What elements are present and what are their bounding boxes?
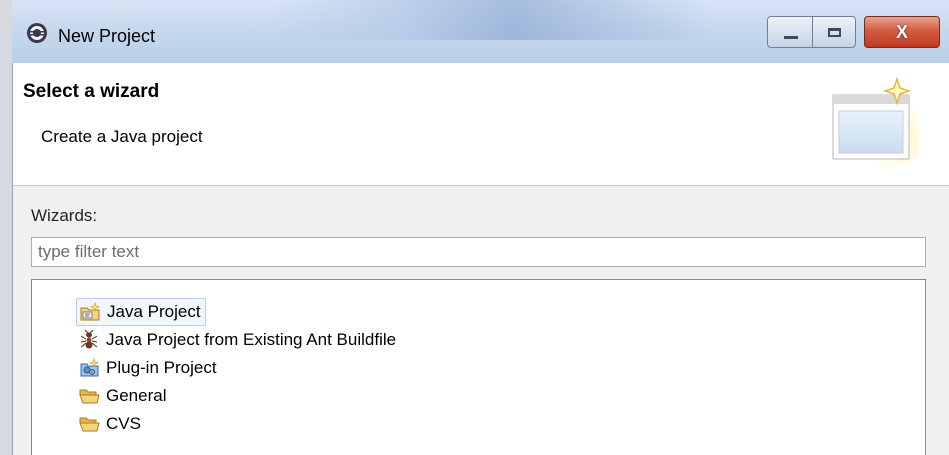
folder-icon [79,389,100,404]
filter-input[interactable] [31,237,926,267]
minimize-button[interactable] [767,16,813,48]
tree-item-java-project[interactable]: Java Project [76,298,206,326]
tree-item-general[interactable]: General [76,382,170,410]
tree-item-cvs[interactable]: CVS [76,410,145,438]
dialog-client-area: Select a wizard Create a Java project Wi… [12,63,949,455]
tree-item-label: Java Project from Existing Ant Buildfile [106,330,397,349]
close-icon: X [895,21,908,42]
close-button[interactable]: X [864,16,940,48]
tree-item-plugin-project[interactable]: Plug-in Project [76,354,221,382]
new-project-dialog: New Project X Select a wizard Create a J… [12,0,949,455]
desktop-edge [0,0,12,455]
maximize-icon [827,27,841,37]
tree-item-label: General [106,386,167,405]
maximize-button[interactable] [812,16,856,48]
plugin-project-icon [80,358,100,377]
title-bar-glass [272,0,712,40]
tree-item-label: Java Project [107,302,201,321]
eclipse-app-icon [27,23,47,43]
tree-item-label: Plug-in Project [106,358,217,377]
window-title: New Project [58,26,156,46]
ant-buildfile-icon [80,330,98,349]
banner-title: Select a wizard [23,81,160,102]
tree-item-ant-buildfile[interactable]: Java Project from Existing Ant Buildfile [76,326,400,354]
banner-description: Create a Java project [41,127,203,146]
tree-item-label: CVS [106,414,141,433]
wizard-tree[interactable]: Java Project Java Project from Existing … [31,279,926,455]
title-bar[interactable]: New Project X [12,0,949,63]
wizards-label: Wizards: [31,206,98,225]
java-project-icon [80,302,101,321]
minimize-icon [783,35,798,39]
new-wizard-banner-icon [832,76,919,169]
wizard-banner: Select a wizard Create a Java project [13,63,949,186]
folder-icon [79,417,100,432]
